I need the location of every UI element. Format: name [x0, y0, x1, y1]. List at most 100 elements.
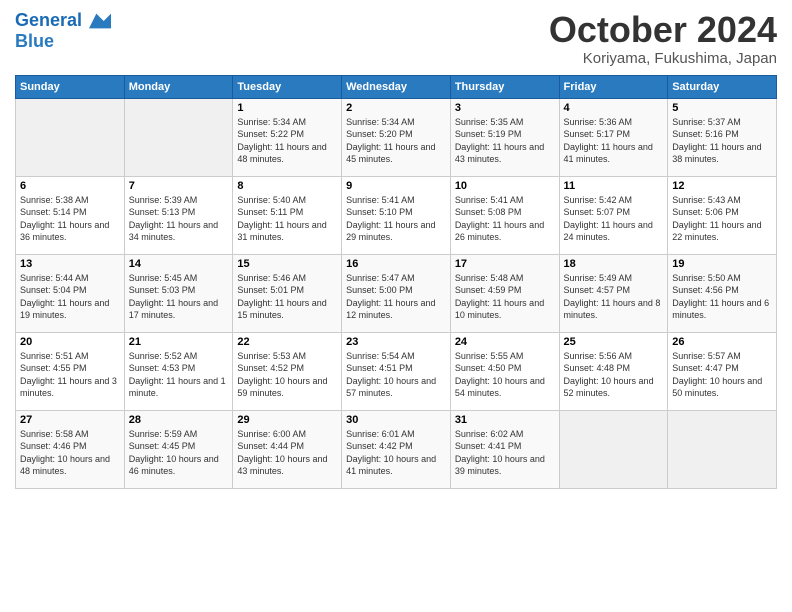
cell-0-5: 4 Sunrise: 5:36 AMSunset: 5:17 PMDayligh…: [559, 98, 668, 176]
day-info: Sunrise: 6:02 AMSunset: 4:41 PMDaylight:…: [455, 428, 555, 478]
day-info: Sunrise: 5:36 AMSunset: 5:17 PMDaylight:…: [564, 116, 664, 166]
main-container: General Blue October 2024 Koriyama, Fuku…: [0, 0, 792, 494]
day-number: 20: [20, 336, 120, 348]
cell-0-6: 5 Sunrise: 5:37 AMSunset: 5:16 PMDayligh…: [668, 98, 777, 176]
cell-0-4: 3 Sunrise: 5:35 AMSunset: 5:19 PMDayligh…: [450, 98, 559, 176]
day-number: 1: [237, 102, 337, 114]
day-info: Sunrise: 5:54 AMSunset: 4:51 PMDaylight:…: [346, 350, 446, 400]
day-info: Sunrise: 5:42 AMSunset: 5:07 PMDaylight:…: [564, 194, 664, 244]
day-number: 30: [346, 414, 446, 426]
day-number: 7: [129, 180, 229, 192]
day-number: 18: [564, 258, 664, 270]
cell-1-0: 6 Sunrise: 5:38 AMSunset: 5:14 PMDayligh…: [16, 176, 125, 254]
day-info: Sunrise: 5:50 AMSunset: 4:56 PMDaylight:…: [672, 272, 772, 322]
day-number: 12: [672, 180, 772, 192]
day-info: Sunrise: 6:01 AMSunset: 4:42 PMDaylight:…: [346, 428, 446, 478]
day-number: 6: [20, 180, 120, 192]
day-info: Sunrise: 5:57 AMSunset: 4:47 PMDaylight:…: [672, 350, 772, 400]
day-number: 31: [455, 414, 555, 426]
calendar-table: Sunday Monday Tuesday Wednesday Thursday…: [15, 75, 777, 489]
cell-0-1: [124, 98, 233, 176]
day-number: 29: [237, 414, 337, 426]
cell-1-5: 11 Sunrise: 5:42 AMSunset: 5:07 PMDaylig…: [559, 176, 668, 254]
day-number: 11: [564, 180, 664, 192]
header-saturday: Saturday: [668, 75, 777, 98]
day-number: 9: [346, 180, 446, 192]
cell-3-1: 21 Sunrise: 5:52 AMSunset: 4:53 PMDaylig…: [124, 332, 233, 410]
day-number: 15: [237, 258, 337, 270]
day-number: 13: [20, 258, 120, 270]
header-tuesday: Tuesday: [233, 75, 342, 98]
cell-2-0: 13 Sunrise: 5:44 AMSunset: 5:04 PMDaylig…: [16, 254, 125, 332]
cell-2-4: 17 Sunrise: 5:48 AMSunset: 4:59 PMDaylig…: [450, 254, 559, 332]
day-info: Sunrise: 5:41 AMSunset: 5:08 PMDaylight:…: [455, 194, 555, 244]
header-sunday: Sunday: [16, 75, 125, 98]
week-row-4: 27 Sunrise: 5:58 AMSunset: 4:46 PMDaylig…: [16, 410, 777, 488]
cell-4-6: [668, 410, 777, 488]
cell-0-0: [16, 98, 125, 176]
day-info: Sunrise: 5:37 AMSunset: 5:16 PMDaylight:…: [672, 116, 772, 166]
logo-general: General: [15, 10, 82, 30]
week-row-0: 1 Sunrise: 5:34 AMSunset: 5:22 PMDayligh…: [16, 98, 777, 176]
day-number: 2: [346, 102, 446, 114]
day-info: Sunrise: 5:48 AMSunset: 4:59 PMDaylight:…: [455, 272, 555, 322]
day-info: Sunrise: 5:40 AMSunset: 5:11 PMDaylight:…: [237, 194, 337, 244]
header: General Blue October 2024 Koriyama, Fuku…: [15, 10, 777, 67]
cell-2-3: 16 Sunrise: 5:47 AMSunset: 5:00 PMDaylig…: [342, 254, 451, 332]
cell-1-3: 9 Sunrise: 5:41 AMSunset: 5:10 PMDayligh…: [342, 176, 451, 254]
cell-4-3: 30 Sunrise: 6:01 AMSunset: 4:42 PMDaylig…: [342, 410, 451, 488]
day-info: Sunrise: 5:44 AMSunset: 5:04 PMDaylight:…: [20, 272, 120, 322]
cell-2-1: 14 Sunrise: 5:45 AMSunset: 5:03 PMDaylig…: [124, 254, 233, 332]
cell-4-1: 28 Sunrise: 5:59 AMSunset: 4:45 PMDaylig…: [124, 410, 233, 488]
title-block: October 2024 Koriyama, Fukushima, Japan: [549, 10, 777, 67]
header-friday: Friday: [559, 75, 668, 98]
cell-0-2: 1 Sunrise: 5:34 AMSunset: 5:22 PMDayligh…: [233, 98, 342, 176]
day-number: 23: [346, 336, 446, 348]
day-info: Sunrise: 5:38 AMSunset: 5:14 PMDaylight:…: [20, 194, 120, 244]
week-row-3: 20 Sunrise: 5:51 AMSunset: 4:55 PMDaylig…: [16, 332, 777, 410]
header-monday: Monday: [124, 75, 233, 98]
day-info: Sunrise: 5:58 AMSunset: 4:46 PMDaylight:…: [20, 428, 120, 478]
cell-1-4: 10 Sunrise: 5:41 AMSunset: 5:08 PMDaylig…: [450, 176, 559, 254]
day-number: 10: [455, 180, 555, 192]
day-number: 25: [564, 336, 664, 348]
cell-2-6: 19 Sunrise: 5:50 AMSunset: 4:56 PMDaylig…: [668, 254, 777, 332]
day-info: Sunrise: 5:34 AMSunset: 5:20 PMDaylight:…: [346, 116, 446, 166]
week-row-2: 13 Sunrise: 5:44 AMSunset: 5:04 PMDaylig…: [16, 254, 777, 332]
day-number: 5: [672, 102, 772, 114]
day-info: Sunrise: 5:56 AMSunset: 4:48 PMDaylight:…: [564, 350, 664, 400]
week-row-1: 6 Sunrise: 5:38 AMSunset: 5:14 PMDayligh…: [16, 176, 777, 254]
day-info: Sunrise: 5:35 AMSunset: 5:19 PMDaylight:…: [455, 116, 555, 166]
cell-3-6: 26 Sunrise: 5:57 AMSunset: 4:47 PMDaylig…: [668, 332, 777, 410]
cell-2-2: 15 Sunrise: 5:46 AMSunset: 5:01 PMDaylig…: [233, 254, 342, 332]
day-number: 24: [455, 336, 555, 348]
day-info: Sunrise: 5:39 AMSunset: 5:13 PMDaylight:…: [129, 194, 229, 244]
day-number: 17: [455, 258, 555, 270]
cell-4-0: 27 Sunrise: 5:58 AMSunset: 4:46 PMDaylig…: [16, 410, 125, 488]
day-info: Sunrise: 5:41 AMSunset: 5:10 PMDaylight:…: [346, 194, 446, 244]
day-info: Sunrise: 5:59 AMSunset: 4:45 PMDaylight:…: [129, 428, 229, 478]
header-thursday: Thursday: [450, 75, 559, 98]
day-info: Sunrise: 5:53 AMSunset: 4:52 PMDaylight:…: [237, 350, 337, 400]
cell-4-5: [559, 410, 668, 488]
day-number: 19: [672, 258, 772, 270]
cell-1-6: 12 Sunrise: 5:43 AMSunset: 5:06 PMDaylig…: [668, 176, 777, 254]
header-wednesday: Wednesday: [342, 75, 451, 98]
day-number: 22: [237, 336, 337, 348]
logo: General Blue: [15, 10, 111, 52]
day-info: Sunrise: 5:43 AMSunset: 5:06 PMDaylight:…: [672, 194, 772, 244]
day-info: Sunrise: 5:45 AMSunset: 5:03 PMDaylight:…: [129, 272, 229, 322]
cell-4-2: 29 Sunrise: 6:00 AMSunset: 4:44 PMDaylig…: [233, 410, 342, 488]
cell-3-3: 23 Sunrise: 5:54 AMSunset: 4:51 PMDaylig…: [342, 332, 451, 410]
day-number: 4: [564, 102, 664, 114]
day-number: 26: [672, 336, 772, 348]
day-number: 27: [20, 414, 120, 426]
day-number: 8: [237, 180, 337, 192]
weekday-header-row: Sunday Monday Tuesday Wednesday Thursday…: [16, 75, 777, 98]
month-title: October 2024: [549, 10, 777, 50]
day-number: 21: [129, 336, 229, 348]
cell-2-5: 18 Sunrise: 5:49 AMSunset: 4:57 PMDaylig…: [559, 254, 668, 332]
cell-3-0: 20 Sunrise: 5:51 AMSunset: 4:55 PMDaylig…: [16, 332, 125, 410]
day-info: Sunrise: 5:34 AMSunset: 5:22 PMDaylight:…: [237, 116, 337, 166]
day-number: 16: [346, 258, 446, 270]
